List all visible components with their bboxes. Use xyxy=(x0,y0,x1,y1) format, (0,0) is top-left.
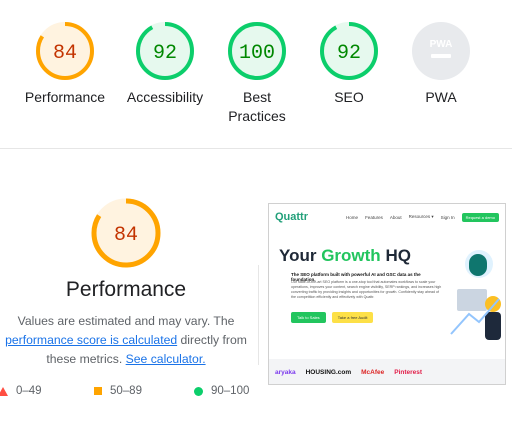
category-pwa[interactable]: PWA PWA xyxy=(395,20,487,107)
performance-description: Values are estimated and may vary. The p… xyxy=(0,312,260,369)
nav-link: Resources ▾ xyxy=(408,214,434,219)
category-label: Accessibility xyxy=(126,89,204,105)
score-value: 84 xyxy=(114,224,138,247)
site-nav: Quattr Home Features About Resources ▾ S… xyxy=(269,204,505,230)
triangle-icon xyxy=(0,386,8,396)
category-performance[interactable]: 84 Performance xyxy=(19,20,111,107)
pwa-badge: PWA xyxy=(412,22,470,80)
hero-illustration-icon xyxy=(450,250,501,340)
category-seo[interactable]: 92 SEO xyxy=(303,20,395,107)
site-secondary-button: Take a free Audit xyxy=(331,312,374,323)
score-value: 84 xyxy=(53,42,77,65)
client-logo: Pinterest xyxy=(394,369,423,376)
legend-range: 90–100 xyxy=(211,385,250,397)
see-calculator-link[interactable]: See calculator. xyxy=(126,352,206,366)
legend-fail: 0–49 xyxy=(0,385,42,397)
performance-score-gauge: 84 xyxy=(91,198,161,268)
site-logo: Quattr xyxy=(275,211,308,223)
final-screenshot[interactable]: Quattr Home Features About Resources ▾ S… xyxy=(268,203,506,385)
site-nav-links: Home Features About Resources ▾ Sign In … xyxy=(346,212,499,222)
performance-gauge: 84 xyxy=(90,197,162,274)
legend-range: 50–89 xyxy=(110,385,142,397)
pwa-badge-background xyxy=(412,22,470,80)
score-value: 100 xyxy=(239,42,275,65)
circle-icon xyxy=(194,386,203,396)
score-value: 92 xyxy=(337,42,361,65)
legend-pass: 90–100 xyxy=(194,385,249,397)
score-gauge: 100 xyxy=(228,22,286,80)
category-label-line: Practices xyxy=(228,108,286,124)
category-best-practices[interactable]: 100 Best Practices xyxy=(211,20,303,126)
description-text: Values are estimated and may vary. The xyxy=(17,314,235,328)
client-logo: aryaka xyxy=(275,369,296,376)
performance-title: Performance xyxy=(65,278,187,301)
section-divider xyxy=(0,148,512,149)
nav-link: Home xyxy=(346,214,359,220)
score-gauge: 92 xyxy=(136,22,194,80)
site-primary-button: Talk to Sales xyxy=(291,312,326,323)
square-icon xyxy=(94,387,102,395)
category-label: Performance xyxy=(24,89,106,105)
score-legend: 0–49 50–89 90–100 xyxy=(0,385,260,401)
category-label-line: Best xyxy=(242,89,271,105)
hero-text: HQ xyxy=(385,246,411,265)
nav-link: About xyxy=(389,214,402,220)
category-label: PWA xyxy=(425,89,457,105)
score-gauge: 92 xyxy=(320,22,378,80)
nav-link: Features xyxy=(365,214,383,220)
client-logo: HOUSING.com xyxy=(305,369,352,376)
nav-link: Sign In xyxy=(440,214,455,220)
score-value: 92 xyxy=(153,42,177,65)
client-logos: aryaka HOUSING.com McAfee Pinterest xyxy=(269,359,505,384)
site-cta-buttons: Talk to Sales Take a free Audit xyxy=(291,312,374,323)
site-body-text: Our state-of-the-art SEO platform is a o… xyxy=(291,280,442,299)
category-scores: 84 Performance 92 Accessibility 100 Best… xyxy=(0,0,512,148)
nav-demo-button: Request a demo xyxy=(461,212,499,222)
category-label: SEO xyxy=(334,89,364,105)
site-hero-title: Your Growth HQ xyxy=(279,246,411,266)
pwa-badge-text: PWA xyxy=(430,39,453,50)
category-label: Best Practices xyxy=(211,88,303,126)
column-divider xyxy=(258,265,259,365)
hero-text: Your xyxy=(279,246,317,265)
score-calculation-link[interactable]: performance score is calculated xyxy=(5,333,177,347)
pwa-dash-icon xyxy=(431,54,451,58)
category-accessibility[interactable]: 92 Accessibility xyxy=(119,20,211,107)
client-logo: McAfee xyxy=(361,369,385,376)
legend-range: 0–49 xyxy=(16,385,42,397)
legend-average: 50–89 xyxy=(94,385,142,397)
score-gauge: 84 xyxy=(36,22,94,80)
hero-highlight: Growth xyxy=(321,246,381,265)
